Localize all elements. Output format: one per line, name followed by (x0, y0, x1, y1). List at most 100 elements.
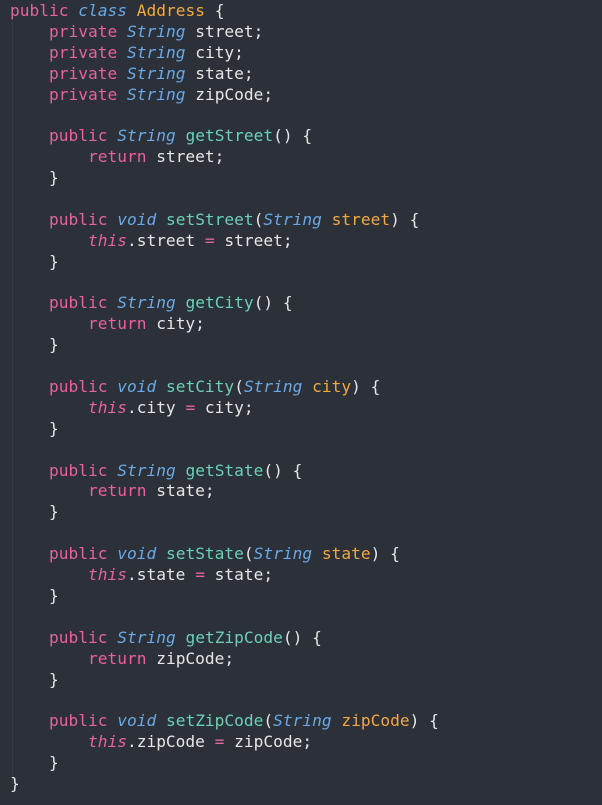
code-token-type: String (117, 460, 176, 480)
code-token-op: = (195, 565, 205, 585)
code-line[interactable]: } (10, 670, 439, 691)
code-token-self: this (87, 397, 127, 417)
code-line[interactable]: } (10, 502, 439, 523)
code-line[interactable]: return zipCode; (10, 649, 439, 670)
code-line[interactable]: public void setCity(String city) { (10, 377, 439, 398)
code-line[interactable]: this.zipCode = zipCode; (10, 732, 439, 753)
code-token-plain: street; (146, 147, 225, 167)
code-token-type: void (117, 711, 157, 731)
code-token-plain: state; (185, 63, 254, 83)
code-line[interactable]: public void setZipCode(String zipCode) { (10, 711, 439, 732)
code-editor[interactable]: public class Address { private String st… (0, 0, 602, 805)
code-line[interactable]: } (10, 586, 439, 607)
code-line[interactable] (10, 189, 439, 210)
code-token-plain: ) { (390, 209, 420, 229)
code-token-plain: city; (195, 397, 254, 417)
code-line[interactable] (10, 440, 439, 461)
code-token-plain: } (10, 753, 59, 773)
code-token-plain: () { (253, 293, 293, 313)
code-line[interactable]: public void setState(String state) { (10, 544, 439, 565)
code-line[interactable]: public String getCity() { (10, 293, 439, 314)
code-line[interactable]: private String street; (10, 22, 439, 43)
code-token-plain: ( (243, 544, 254, 564)
code-line[interactable] (10, 690, 439, 711)
code-line[interactable]: this.street = street; (10, 231, 439, 252)
code-line[interactable]: } (10, 168, 439, 189)
code-line[interactable]: } (10, 335, 439, 356)
code-line[interactable] (10, 356, 439, 377)
code-token-plain: () { (282, 627, 322, 647)
code-line[interactable]: } (10, 252, 439, 273)
code-token-fn: setZipCode (165, 711, 264, 731)
code-line[interactable]: private String city; (10, 43, 439, 64)
code-token-kw: return (87, 147, 147, 167)
code-line[interactable]: } (10, 753, 439, 774)
code-token-param: street (331, 209, 391, 229)
code-line[interactable]: public String getState() { (10, 461, 439, 482)
code-line[interactable]: return state; (10, 481, 439, 502)
code-line[interactable]: this.city = city; (10, 398, 439, 419)
code-token-type: String (126, 42, 186, 62)
code-line[interactable]: } (10, 774, 439, 795)
code-token-plain: street; (214, 230, 293, 250)
code-token-type: void (117, 377, 157, 397)
code-token-fn: getStreet (185, 126, 274, 146)
code-token-type: String (253, 544, 313, 564)
code-token-plain: () { (273, 126, 313, 146)
code-line[interactable] (10, 105, 439, 126)
code-line[interactable]: return street; (10, 147, 439, 168)
code-token-plain: } (10, 168, 59, 188)
code-line[interactable] (10, 523, 439, 544)
code-token-kw: public (10, 1, 69, 20)
code-line[interactable] (10, 607, 439, 628)
code-line[interactable]: } (10, 419, 439, 440)
code-line[interactable]: private String state; (10, 64, 439, 85)
code-line[interactable]: public void setStreet(String street) { (10, 210, 439, 231)
code-token-kw: public (48, 711, 108, 731)
code-token-kw: private (48, 21, 118, 41)
code-token-plain: } (10, 773, 20, 793)
code-token-type: String (117, 293, 176, 313)
code-line[interactable]: this.state = state; (10, 565, 439, 586)
code-line[interactable]: return city; (10, 314, 439, 335)
code-token-fn: setState (165, 544, 244, 564)
code-line[interactable]: public class Address { (10, 1, 439, 22)
code-block[interactable]: public class Address { private String st… (10, 1, 439, 795)
code-token-cls: Address (136, 1, 205, 20)
code-token-kw: return (87, 648, 147, 668)
code-token-plain: .state (126, 565, 196, 585)
code-line[interactable] (10, 273, 439, 294)
code-token-plain: city; (146, 314, 205, 334)
code-token-plain: } (10, 669, 59, 689)
code-line[interactable]: public String getZipCode() { (10, 628, 439, 649)
code-token-kw: private (48, 42, 118, 62)
code-token-kw: public (48, 209, 108, 229)
code-token-self: this (87, 565, 127, 585)
code-line[interactable]: public String getStreet() { (10, 126, 439, 147)
code-token-plain: state; (204, 565, 274, 585)
code-token-plain: .city (126, 397, 186, 417)
code-token-plain: street; (185, 21, 264, 41)
code-token-kw: return (87, 481, 147, 501)
code-line[interactable]: private String zipCode; (10, 85, 439, 106)
code-token-op: = (185, 397, 196, 417)
